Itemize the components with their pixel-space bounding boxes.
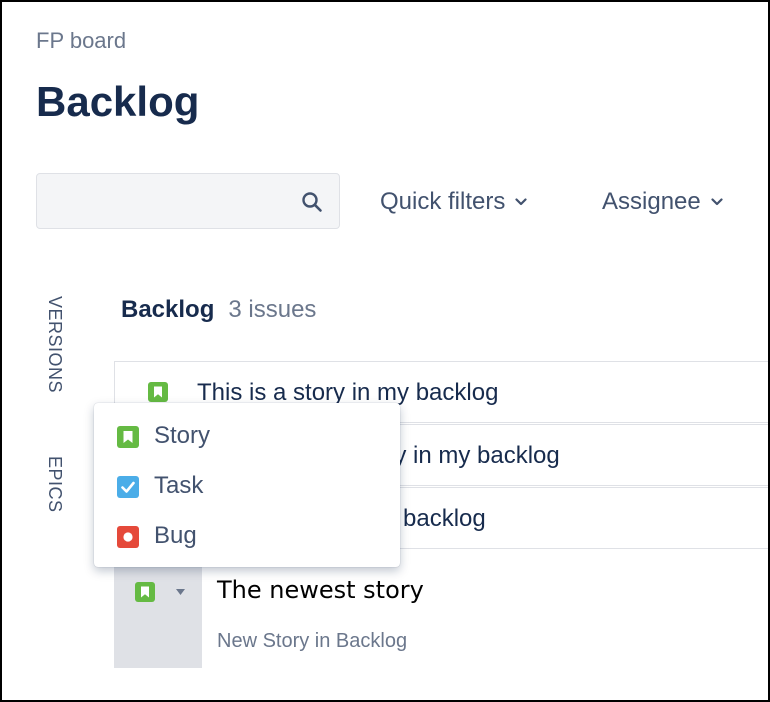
story-icon (135, 582, 155, 602)
menu-item-label: Story (154, 422, 211, 449)
issue-type-select[interactable] (114, 550, 202, 668)
new-issue-title-input[interactable]: The newest story (217, 576, 424, 604)
menu-item-task[interactable]: Task (94, 462, 400, 512)
create-issue-row: The newest story New Story in Backlog (114, 550, 768, 668)
issue-summary: backlog (403, 505, 486, 532)
menu-item-label: Task (154, 472, 204, 499)
quick-filters-label: Quick filters (380, 188, 506, 215)
menu-item-label: Bug (154, 522, 197, 549)
story-icon (148, 382, 168, 402)
caret-down-icon (176, 589, 185, 595)
bug-icon (117, 526, 139, 548)
new-issue-hint: New Story in Backlog (217, 630, 408, 652)
menu-item-story[interactable]: Story (94, 412, 400, 462)
backlog-name: Backlog (121, 296, 215, 323)
task-checkbox-icon (117, 476, 139, 498)
issue-count: 3 issues (228, 296, 317, 323)
page-title: Backlog (36, 78, 200, 125)
chevron-down-icon (515, 198, 527, 206)
search-input[interactable] (36, 173, 340, 229)
assignee-label: Assignee (602, 188, 701, 215)
backlog-screen: FP board Backlog Quick filters Assignee … (0, 0, 770, 702)
chevron-down-icon (711, 198, 723, 206)
issue-summary: ory in my backlog (373, 442, 560, 469)
breadcrumb[interactable]: FP board (36, 28, 126, 54)
tab-epics[interactable]: EPICS (44, 456, 65, 513)
assignee-dropdown[interactable]: Assignee (602, 188, 723, 216)
backlog-header[interactable]: Backlog 3 issues (121, 296, 316, 324)
tab-versions[interactable]: VERSIONS (44, 296, 65, 393)
story-icon (117, 426, 139, 448)
quick-filters-dropdown[interactable]: Quick filters (380, 188, 527, 216)
menu-item-bug[interactable]: Bug (94, 512, 400, 562)
search-icon[interactable] (301, 191, 323, 213)
issue-type-menu: Story Task Bug (94, 403, 400, 567)
